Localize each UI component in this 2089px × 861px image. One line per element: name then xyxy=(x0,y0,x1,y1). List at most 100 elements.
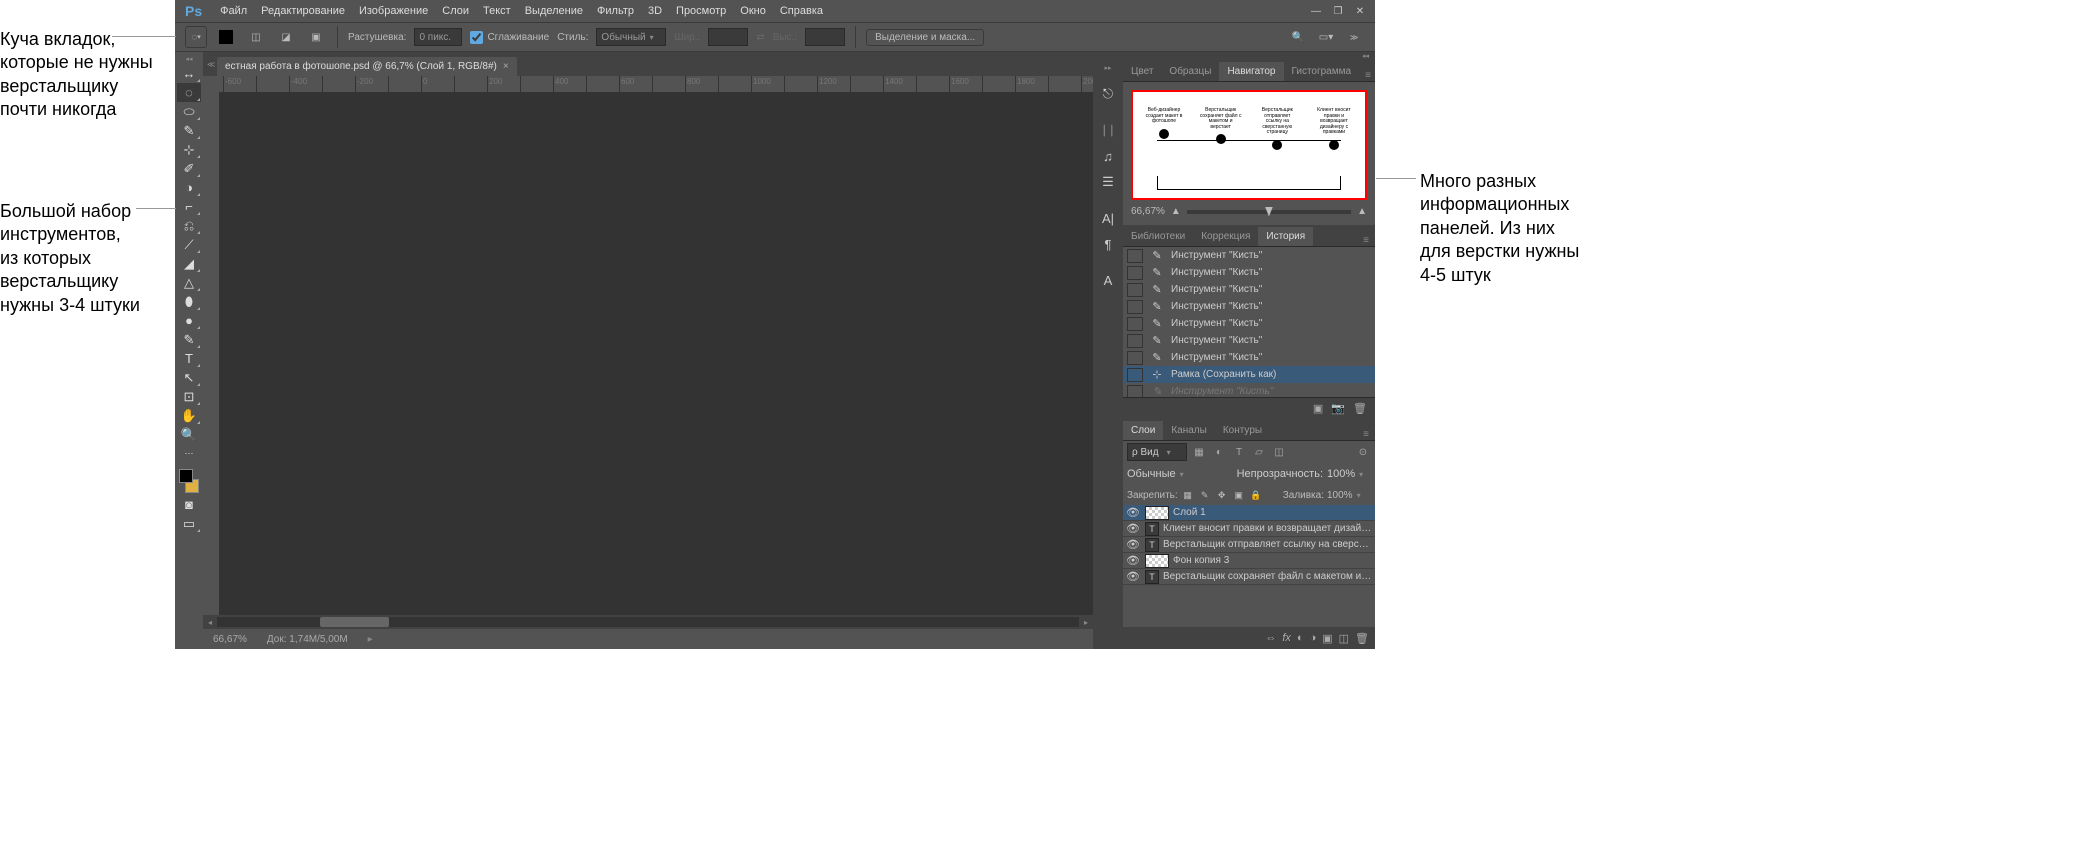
horizontal-scrollbar[interactable]: ◂ ▸ xyxy=(203,615,1093,629)
tool-history-brush[interactable]: ⟋ xyxy=(177,235,201,254)
tab-history[interactable]: История xyxy=(1258,227,1313,246)
nav-zoom-value[interactable]: 66,67% xyxy=(1131,206,1165,217)
layer-visibility-icon[interactable]: 👁 xyxy=(1125,506,1141,519)
lock-artboard-icon[interactable]: ▣ xyxy=(1232,490,1246,501)
ruler-vertical[interactable] xyxy=(203,92,219,615)
menu-help[interactable]: Справка xyxy=(780,5,823,17)
layer-row[interactable]: 👁TВерстальщик отправляет ссылку на сверс… xyxy=(1123,537,1375,553)
panel-menu-icon[interactable]: ≡ xyxy=(1357,235,1375,246)
layer-visibility-icon[interactable]: 👁 xyxy=(1125,554,1141,567)
search-icon[interactable]: 🔍 xyxy=(1287,26,1309,48)
tool-brush[interactable]: ⌐ xyxy=(177,197,201,216)
lock-all-icon[interactable]: 🔒 xyxy=(1249,490,1263,501)
tab-close-icon[interactable]: × xyxy=(503,61,509,72)
tool-healing[interactable]: ◑ xyxy=(177,178,201,197)
history-item[interactable]: ✎Инструмент "Кисть" xyxy=(1123,349,1375,366)
history-item[interactable]: ✎Инструмент "Кисть" xyxy=(1123,247,1375,264)
filter-pixel-icon[interactable]: ▦ xyxy=(1191,447,1207,458)
tool-pen[interactable]: ✎ xyxy=(177,330,201,349)
canvas[interactable] xyxy=(219,92,1093,615)
status-doc[interactable]: Док: 1,74M/5,00M xyxy=(267,634,348,645)
tool-more[interactable]: ⋯ xyxy=(177,444,201,463)
panel-menu-icon[interactable]: ≡ xyxy=(1359,70,1377,81)
menu-layer[interactable]: Слои xyxy=(442,5,469,17)
tool-stamp[interactable]: ⎌ xyxy=(177,216,201,235)
tool-hand[interactable]: ✋ xyxy=(177,406,201,425)
opacity-input[interactable]: 100% xyxy=(1327,468,1371,480)
expand-icon[interactable]: ≫ xyxy=(1343,26,1365,48)
layers-new-icon[interactable]: ◫ xyxy=(1339,632,1349,645)
layers-group-icon[interactable]: ▣ xyxy=(1322,632,1332,645)
tool-move[interactable]: ↔ xyxy=(177,64,201,83)
status-arrow-icon[interactable]: ▸ xyxy=(368,634,373,645)
nav-zoom-slider[interactable] xyxy=(1187,210,1351,214)
tool-quick-select[interactable]: ✎ xyxy=(177,121,201,140)
navigator-preview[interactable]: Веб-дизайнер создает макет в фотошопе Ве… xyxy=(1131,90,1367,200)
history-camera-icon[interactable]: 📷 xyxy=(1331,402,1345,415)
history-item[interactable]: ✎Инструмент "Кисть" xyxy=(1123,264,1375,281)
tab-adjustments[interactable]: Коррекция xyxy=(1193,227,1258,246)
select-and-mask-button[interactable]: Выделение и маска... xyxy=(866,29,984,46)
layer-row[interactable]: 👁TВерстальщик сохраняет файл с макетом и… xyxy=(1123,569,1375,585)
panel-icon-3[interactable]: ♫ xyxy=(1098,146,1118,166)
selection-subtract-icon[interactable]: ◪ xyxy=(275,26,297,48)
tool-zoom[interactable]: 🔍 xyxy=(177,425,201,444)
tool-type[interactable]: T xyxy=(177,349,201,368)
filter-toggle-icon[interactable]: ⊙ xyxy=(1355,447,1371,458)
tool-crop[interactable]: ⊹ xyxy=(177,140,201,159)
scroll-left-icon[interactable]: ◂ xyxy=(203,618,217,627)
tab-channels[interactable]: Каналы xyxy=(1163,421,1215,440)
blend-mode-select[interactable]: Обычные xyxy=(1127,468,1233,480)
zoom-out-icon[interactable]: ▲ xyxy=(1171,206,1181,217)
layers-mask-icon[interactable]: ◐ xyxy=(1297,632,1304,644)
layer-visibility-icon[interactable]: 👁 xyxy=(1125,538,1141,551)
filter-smart-icon[interactable]: ◫ xyxy=(1271,447,1287,458)
filter-adjust-icon[interactable]: ◐ xyxy=(1211,447,1227,458)
filter-shape-icon[interactable]: ▱ xyxy=(1251,447,1267,458)
tool-marquee[interactable]: ◌ xyxy=(177,83,201,102)
feather-input[interactable]: 0 пикс. xyxy=(414,28,462,46)
tab-swatches[interactable]: Образцы xyxy=(1161,62,1219,81)
tool-eyedropper[interactable]: ✐ xyxy=(177,159,201,178)
quick-mask-icon[interactable]: ◙ xyxy=(177,495,201,514)
document-tab[interactable]: естная работа в фотошопе.psd @ 66,7% (Сл… xyxy=(217,57,517,76)
panel-icon-character[interactable]: A| xyxy=(1098,208,1118,228)
screen-mode-icon[interactable]: ▭ xyxy=(177,514,201,533)
menu-file[interactable]: Файл xyxy=(220,5,247,17)
tool-path-select[interactable]: ↖ xyxy=(177,368,201,387)
history-item[interactable]: ⊹Рамка (Сохранить как) xyxy=(1123,366,1375,383)
layer-row[interactable]: 👁Слой 1 xyxy=(1123,505,1375,521)
column-expand-icon[interactable]: ▸▸ xyxy=(1104,64,1111,72)
layer-filter-select[interactable]: ρ Вид xyxy=(1127,443,1187,461)
selection-new-icon[interactable] xyxy=(215,26,237,48)
panel-menu-icon[interactable]: ≡ xyxy=(1357,429,1375,440)
window-minimize-button[interactable]: — xyxy=(1307,4,1325,18)
menu-edit[interactable]: Редактирование xyxy=(261,5,345,17)
window-maximize-button[interactable]: ❐ xyxy=(1329,4,1347,18)
layer-visibility-icon[interactable]: 👁 xyxy=(1125,522,1141,535)
fill-input[interactable]: 100% xyxy=(1327,490,1371,501)
layer-row[interactable]: 👁Фон копия 3 xyxy=(1123,553,1375,569)
history-item[interactable]: ✎Инструмент "Кисть" xyxy=(1123,332,1375,349)
color-swatches[interactable] xyxy=(177,467,201,495)
layer-visibility-icon[interactable]: 👁 xyxy=(1125,570,1141,583)
toolbox-collapse-icon[interactable]: ◂◂ xyxy=(175,54,203,64)
layers-trash-icon[interactable]: 🗑 xyxy=(1355,632,1369,645)
menu-view[interactable]: Просмотр xyxy=(676,5,726,17)
panel-icon-1[interactable]: ⎋ xyxy=(1098,84,1118,104)
style-select[interactable]: Обычный xyxy=(596,28,666,46)
menu-type[interactable]: Текст xyxy=(483,5,511,17)
tab-libraries[interactable]: Библиотеки xyxy=(1123,227,1193,246)
panel-icon-brushes[interactable]: ᛁᛁ xyxy=(1098,120,1118,140)
layers-fx-icon[interactable]: fx xyxy=(1282,632,1291,644)
menu-select[interactable]: Выделение xyxy=(525,5,583,17)
history-item[interactable]: ✎Инструмент "Кисть" xyxy=(1123,315,1375,332)
menu-window[interactable]: Окно xyxy=(740,5,766,17)
tab-color[interactable]: Цвет xyxy=(1123,62,1161,81)
panel-icon-paragraph[interactable]: ¶ xyxy=(1098,234,1118,254)
panels-collapse-icon[interactable]: ◂◂ xyxy=(1123,52,1375,60)
selection-intersect-icon[interactable]: ▣ xyxy=(305,26,327,48)
tool-dodge[interactable]: ● xyxy=(177,311,201,330)
lock-paint-icon[interactable]: ✎ xyxy=(1198,490,1212,501)
history-snapshot-icon[interactable]: ▣ xyxy=(1313,402,1323,415)
